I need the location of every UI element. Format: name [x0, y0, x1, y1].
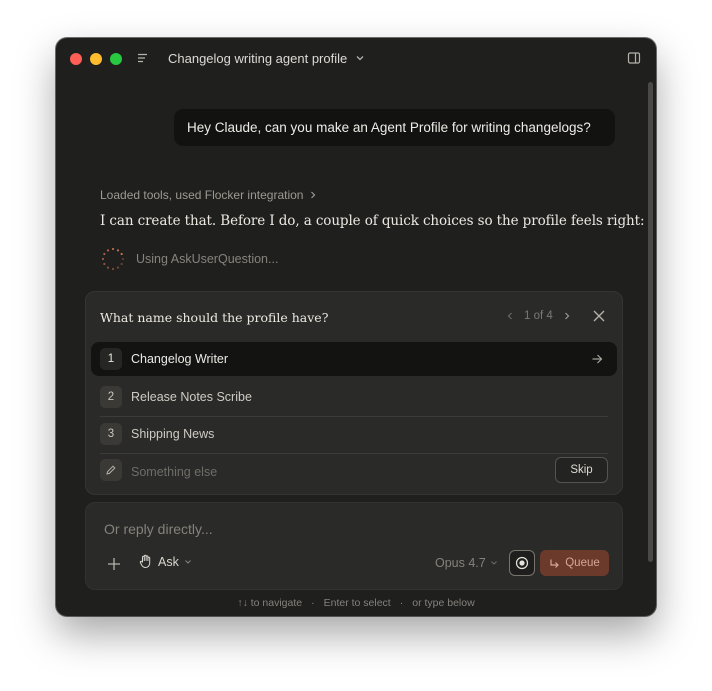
- option-label: Shipping News: [131, 427, 215, 441]
- option-number: 1: [100, 348, 122, 370]
- reply-input[interactable]: Or reply directly...: [104, 521, 213, 537]
- spinner-dot: [101, 257, 105, 261]
- something-else-input[interactable]: Something else: [131, 465, 217, 479]
- zoom-window-button[interactable]: [110, 53, 122, 65]
- spinner-dot: [116, 249, 120, 252]
- spinner-dot: [106, 266, 110, 269]
- queue-label: Queue: [565, 557, 600, 569]
- plus-icon[interactable]: [106, 556, 122, 572]
- reply-composer: Or reply directly... Ask Opus 4.7 Queue: [85, 502, 623, 590]
- option-shipping-news[interactable]: 3 Shipping News: [100, 417, 608, 451]
- pager-text: 1 of 4: [524, 310, 553, 322]
- scrollbar[interactable]: [648, 82, 653, 562]
- tool-status-text: Using AskUserQuestion...: [136, 252, 279, 266]
- hint-separator: ·: [399, 597, 404, 609]
- hint-select: Enter to select: [323, 597, 391, 609]
- chevron-down-icon: [184, 559, 191, 564]
- next-question-button[interactable]: [563, 311, 571, 321]
- option-number: 3: [100, 423, 122, 445]
- hand-icon: [139, 554, 151, 569]
- menu-icon[interactable]: [136, 51, 150, 65]
- mode-label: Ask: [158, 554, 179, 569]
- spinner-dot: [103, 262, 106, 266]
- spinner-dot: [106, 249, 110, 252]
- option-release-notes-scribe[interactable]: 2 Release Notes Scribe: [100, 380, 608, 414]
- arrow-right-icon: [592, 354, 603, 364]
- divider: [100, 453, 608, 454]
- assistant-message-text: I can create that. Before I do, a couple…: [100, 213, 645, 229]
- hint-separator: ·: [311, 597, 315, 609]
- option-changelog-writer[interactable]: 1 Changelog Writer: [91, 342, 617, 376]
- conversation-title-dropdown[interactable]: Changelog writing agent profile: [168, 49, 365, 67]
- tools-summary-toggle[interactable]: Loaded tools, used Flocker integration: [100, 188, 317, 202]
- chevron-down-icon: [356, 56, 364, 61]
- app-window: Changelog writing agent profile Hey Clau…: [56, 38, 656, 616]
- spinner-dot: [116, 266, 120, 269]
- sidebar-toggle-icon[interactable]: [627, 51, 641, 65]
- hint-type: or type below: [412, 597, 475, 609]
- spinner-icon: [101, 247, 125, 271]
- chevron-left-icon: [507, 312, 512, 320]
- spinner-dot: [120, 252, 123, 256]
- model-selector[interactable]: Opus 4.7: [435, 556, 498, 570]
- question-card: What name should the profile have? 1 of …: [85, 291, 623, 495]
- spinner-dot: [111, 267, 115, 271]
- user-message-text: Hey Claude, can you make an Agent Profil…: [187, 120, 591, 135]
- queue-button[interactable]: Queue: [540, 550, 609, 576]
- question-prompt: What name should the profile have?: [100, 310, 329, 325]
- spinner-dot: [121, 257, 125, 261]
- mode-selector[interactable]: Ask: [138, 554, 192, 569]
- minimize-window-button[interactable]: [90, 53, 102, 65]
- skip-button[interactable]: Skip: [555, 457, 608, 483]
- chevron-right-icon: [311, 191, 316, 199]
- return-arrow-icon: [550, 559, 560, 568]
- chevron-right-icon: [564, 312, 570, 320]
- hint-navigate: ↑↓ to navigate: [237, 597, 303, 609]
- record-button[interactable]: [509, 550, 535, 576]
- close-window-button[interactable]: [70, 53, 82, 65]
- question-pager: 1 of 4: [506, 310, 571, 322]
- keyboard-hints: ↑↓ to navigate · Enter to select · or type b…: [56, 597, 656, 609]
- spinner-dot: [120, 262, 123, 266]
- model-label: Opus 4.7: [435, 556, 486, 570]
- previous-question-button[interactable]: [506, 311, 514, 321]
- option-label: Changelog Writer: [131, 352, 229, 366]
- option-number: 2: [100, 386, 122, 408]
- user-message-bubble: Hey Claude, can you make an Agent Profil…: [174, 109, 615, 146]
- close-icon[interactable]: [592, 309, 606, 323]
- pencil-icon: [100, 459, 122, 481]
- conversation-title: Changelog writing agent profile: [168, 50, 348, 66]
- spinner-dot: [103, 252, 106, 256]
- tools-summary-text: Loaded tools, used Flocker integration: [100, 188, 304, 202]
- option-label: Release Notes Scribe: [131, 390, 252, 404]
- chevron-down-icon: [490, 561, 497, 565]
- record-icon: [515, 556, 529, 570]
- spinner-dot: [111, 247, 115, 251]
